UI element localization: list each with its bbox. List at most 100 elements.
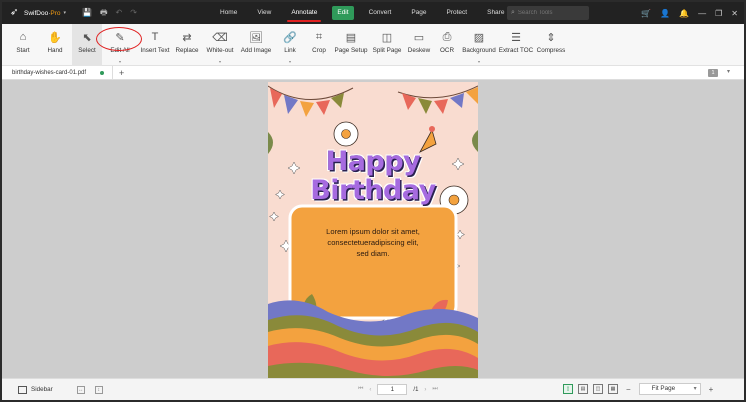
main-menu: Home View Annotate Edit Convert Page Pro… (210, 2, 548, 24)
split-page-icon: ◫ (381, 31, 393, 44)
link-button[interactable]: 🔗 Link ▾ (274, 24, 306, 66)
split-page-label: Split Page (372, 47, 402, 54)
link-icon: 🔗 (283, 31, 297, 44)
zoom-select[interactable]: Fit Page (638, 383, 701, 395)
bell-icon[interactable]: 🔔 (679, 9, 689, 18)
extract-toc-button[interactable]: ☰ Extract TOC (498, 24, 534, 66)
redo-icon[interactable]: ↷ (130, 9, 137, 17)
print-icon[interactable]: 🖶 (100, 9, 108, 17)
prev-page-button[interactable]: ‹ (369, 387, 371, 393)
app-logo[interactable]: ➶ SwifDoo·Pro ▾ (2, 8, 80, 18)
search-icon: ⌕ (511, 9, 515, 16)
card-message[interactable]: Lorem ipsum dolor sit amet, consectetuer… (304, 226, 442, 259)
menu-protect[interactable]: Protect (437, 2, 478, 24)
add-tab-button[interactable]: + (119, 68, 124, 78)
start-label: Start (16, 47, 30, 54)
sidebar-label[interactable]: Sidebar (31, 386, 53, 393)
crop-label: Crop (312, 47, 326, 54)
card-message-line: consectetueradipiscing elit, (327, 238, 419, 247)
bunting-flag (316, 100, 330, 115)
user-icon[interactable]: 👤 (660, 9, 670, 18)
compress-icon: ⇕ (546, 31, 556, 44)
ocr-label: OCR (440, 47, 454, 54)
hand-icon: ✋ (48, 31, 62, 44)
insert-text-button[interactable]: T Insert Text (138, 24, 172, 66)
fit-width-icon[interactable]: ↔ (76, 385, 85, 394)
menu-annotate[interactable]: Annotate (281, 2, 327, 24)
close-button[interactable]: ✕ (731, 9, 738, 18)
search-input[interactable] (517, 10, 582, 16)
headline-birthday[interactable]: Birthday (268, 175, 478, 206)
menu-convert[interactable]: Convert (359, 2, 402, 24)
red-circle-highlight (96, 27, 142, 51)
replace-button[interactable]: ⇄ Replace (172, 24, 202, 66)
current-page-input[interactable] (377, 384, 408, 395)
background-label: Background (462, 47, 496, 54)
menu-page[interactable]: Page (401, 2, 436, 24)
grid-view-icon[interactable]: ▦ (608, 384, 618, 394)
zoom-out-button[interactable]: − (626, 385, 631, 394)
edit-all-button[interactable]: ✎ Edit All ▾ (96, 24, 142, 66)
bunting-flag (402, 93, 416, 110)
compress-label: Compress (536, 47, 566, 54)
image-icon: 🖼 (249, 31, 263, 44)
split-page-button[interactable]: ◫ Split Page (370, 24, 404, 66)
headline-happy[interactable]: Happy (268, 146, 478, 177)
page-navigator: ⏮ ‹ /1 › ⏭ (358, 384, 438, 395)
hand-button[interactable]: ✋ Hand (38, 24, 72, 66)
continuous-view-icon[interactable]: ▤ (578, 384, 588, 394)
daisy-flower (333, 121, 359, 147)
start-button[interactable]: ⌂ Start (8, 24, 38, 66)
menu-edit[interactable]: Edit (332, 6, 354, 20)
link-label: Link (284, 47, 296, 54)
status-bar: Sidebar ↔ ↕ ⏮ ‹ /1 › ⏭ ▯ ▤ ◫ ▦ − Fit Pag… (2, 378, 744, 400)
chevron-down-icon: ▾ (218, 59, 221, 64)
undo-icon[interactable]: ↶ (116, 9, 123, 17)
crop-button[interactable]: ⌗ Crop (306, 24, 332, 66)
card-message-line: Lorem ipsum dolor sit amet, (326, 227, 420, 236)
birthday-card-page[interactable]: Happy Birthday Lorem ipsum dolor sit ame… (268, 82, 478, 378)
text-icon: T (151, 31, 159, 43)
single-page-view-icon[interactable]: ▯ (563, 384, 573, 394)
deskew-button[interactable]: ▭ Deskew (404, 24, 434, 66)
quick-access: 💾 🖶 ↶ ↷ (82, 9, 137, 17)
page-count-badge: 1 (708, 69, 718, 77)
chevron-down-icon: ▾ (118, 59, 121, 64)
ocr-icon: ⎙ (442, 30, 452, 43)
add-image-label: Add Image (240, 47, 272, 54)
document-tabs: birthday-wishes-card-01.pdf + 1 ▾ (2, 65, 744, 80)
sidebar-icon[interactable] (18, 385, 27, 394)
ocr-button[interactable]: ⎙ OCR (434, 24, 460, 66)
document-workspace[interactable]: Happy Birthday Lorem ipsum dolor sit ame… (2, 80, 744, 378)
menu-home[interactable]: Home (210, 2, 247, 24)
app-window: ➶ SwifDoo·Pro ▾ 💾 🖶 ↶ ↷ Home View Annota… (0, 0, 746, 402)
select-button[interactable]: ⬉ Select (72, 24, 102, 66)
compress-button[interactable]: ⇕ Compress (534, 24, 568, 66)
chevron-down-icon: ▾ (288, 59, 291, 64)
restore-button[interactable]: ❐ (715, 9, 722, 18)
menu-view[interactable]: View (247, 2, 281, 24)
zoom-in-button[interactable]: + (709, 385, 714, 394)
page-setup-button[interactable]: ▤ Page Setup (332, 24, 370, 66)
view-modes: ▯ ▤ ◫ ▦ (563, 384, 618, 394)
app-menu-caret-icon[interactable]: ▾ (64, 10, 67, 16)
save-icon[interactable]: 💾 (82, 9, 92, 17)
tab-birthday-card[interactable]: birthday-wishes-card-01.pdf (2, 65, 114, 80)
fit-height-icon[interactable]: ↕ (94, 385, 103, 394)
tab-label: birthday-wishes-card-01.pdf (12, 69, 87, 76)
next-page-button[interactable]: › (424, 387, 426, 393)
white-out-button[interactable]: ⌫ White-out ▾ (202, 24, 238, 66)
background-button[interactable]: ▨ Background ▾ (460, 24, 498, 66)
white-out-label: White-out (206, 47, 234, 54)
tab-list-caret-icon[interactable]: ▾ (727, 68, 730, 75)
first-page-button[interactable]: ⏮ (358, 386, 363, 393)
two-page-view-icon[interactable]: ◫ (593, 384, 603, 394)
replace-label: Replace (175, 47, 199, 54)
search-tools[interactable]: ⌕ (507, 6, 589, 20)
add-image-button[interactable]: 🖼 Add Image (238, 24, 274, 66)
deskew-label: Deskew (407, 47, 431, 54)
chevron-down-icon: ▾ (477, 59, 480, 64)
cart-icon[interactable]: 🛒 (641, 9, 651, 18)
last-page-button[interactable]: ⏭ (432, 386, 437, 393)
minimize-button[interactable]: — (698, 9, 706, 18)
